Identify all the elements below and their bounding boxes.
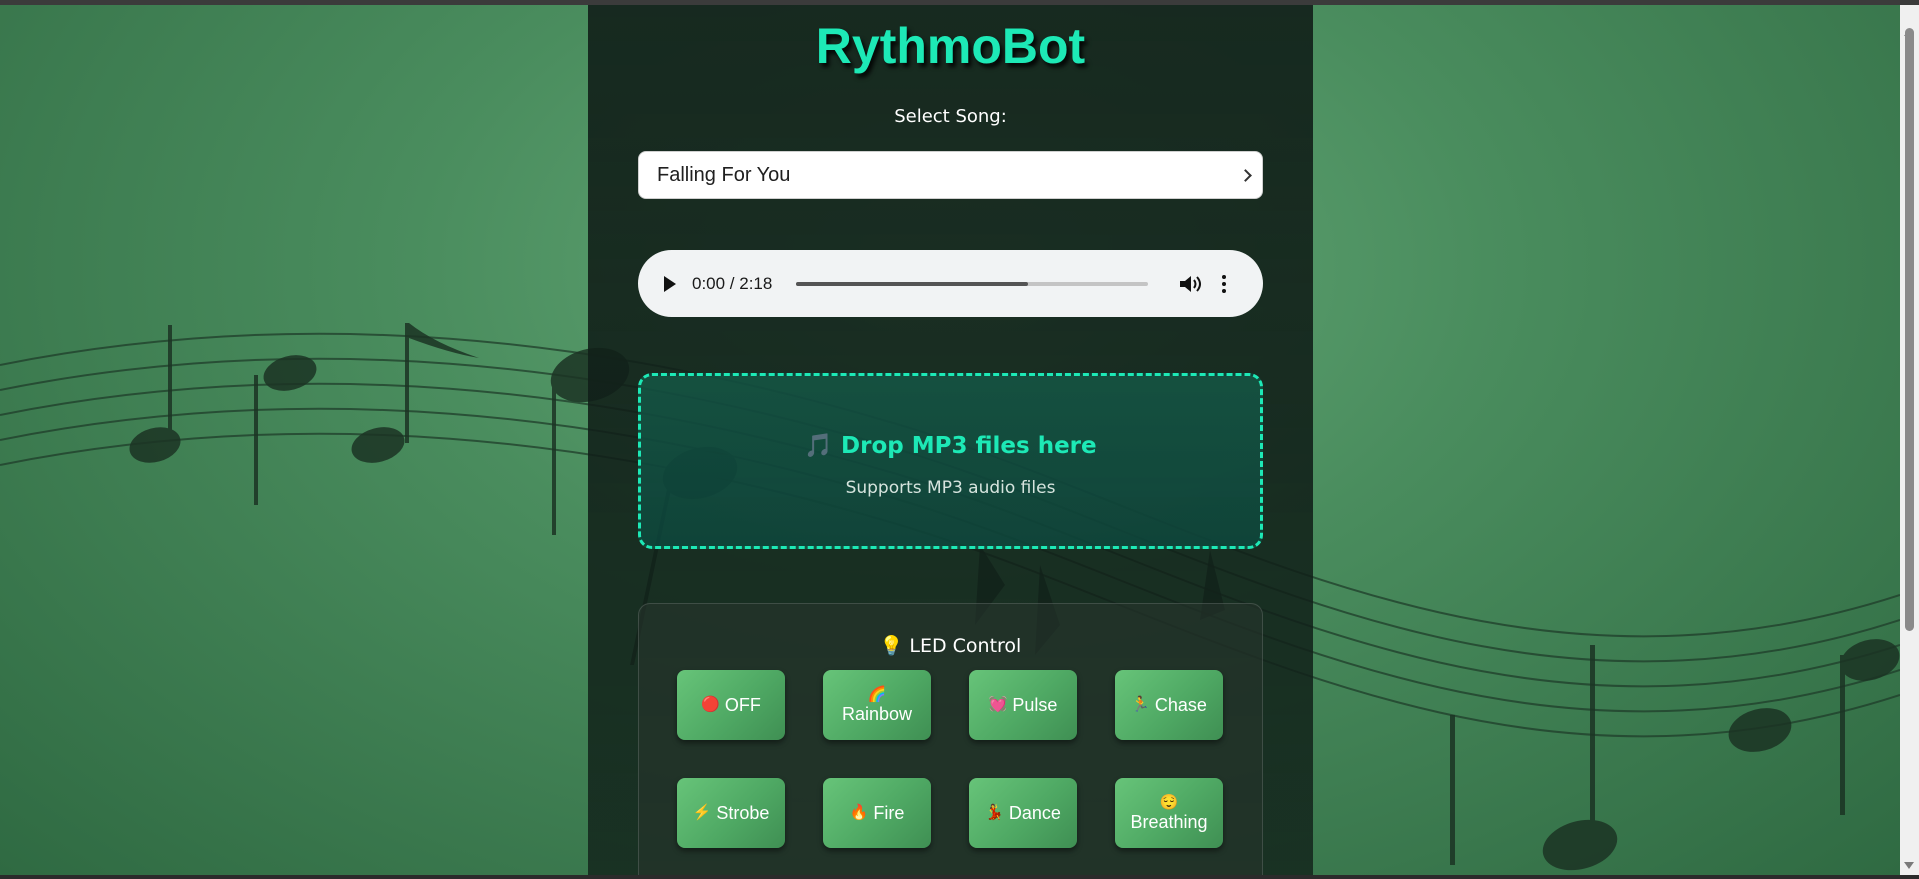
fire-icon: 🔥 [849,804,869,822]
led-control-title: 💡 LED Control [639,634,1262,657]
mp3-dropzone[interactable]: 🎵 Drop MP3 files here Supports MP3 audio… [638,373,1263,549]
led-button-rainbow[interactable]: 🌈 Rainbow [823,670,931,740]
runner-icon: 🏃 [1131,696,1150,714]
red-circle-icon: 🔴 [701,696,720,714]
music-note-icon: 🎵 [804,433,833,459]
led-button-fire[interactable]: 🔥 Fire [823,778,931,848]
led-button-label: Rainbow [841,703,913,724]
led-control-title-text: LED Control [909,635,1022,657]
led-button-label: Strobe [716,802,770,823]
led-button-off[interactable]: 🔴 OFF [677,670,785,740]
relieved-face-icon: 😌 [1159,793,1179,811]
led-button-label: Dance [1008,802,1061,823]
chevron-down-icon [1239,168,1252,182]
play-icon[interactable] [664,275,676,292]
led-button-pulse[interactable]: 💓 Pulse [969,670,1077,740]
led-button-strobe[interactable]: ⚡ Strobe [677,778,785,848]
audio-player[interactable]: 0:00 / 2:18 [638,250,1263,317]
led-button-label: Pulse [1012,694,1058,715]
led-button-dance[interactable]: 💃 Dance [969,778,1077,848]
volume-icon[interactable] [1178,273,1204,295]
audio-time: 0:00 / 2:18 [692,273,773,293]
song-select-value: Falling For You [657,163,791,186]
select-song-label: Select Song: [894,106,1007,127]
window-bottom-border [0,875,1919,879]
scroll-down-arrow-icon[interactable] [1904,862,1914,869]
song-select-dropdown[interactable]: Falling For You [638,151,1263,199]
audio-seek-bar[interactable] [796,281,1148,286]
led-button-label: Breathing [1130,811,1208,832]
led-button-label: OFF [724,694,761,715]
rainbow-icon: 🌈 [867,685,887,703]
window-top-border [0,0,1919,5]
audio-seek-fill [796,281,1029,286]
page-scrollbar[interactable] [1900,5,1919,875]
scrollbar-thumb[interactable] [1905,28,1914,631]
lightning-icon: ⚡ [692,804,712,822]
dropzone-title-text: Drop MP3 files here [841,433,1097,459]
led-button-chase[interactable]: 🏃 Chase [1115,670,1223,740]
app-title: RythmoBot [815,18,1086,74]
led-button-label: Fire [873,802,905,823]
heart-icon: 💓 [988,696,1008,714]
lightbulb-icon: 💡 [879,635,904,657]
led-button-breathing[interactable]: 😌 Breathing [1115,778,1223,848]
dropzone-subtitle: Supports MP3 audio files [845,478,1056,498]
led-control-panel: 💡 LED Control 🔴 OFF 🌈 Rainbow 💓 Pulse 🏃 … [638,603,1263,879]
led-button-label: Chase [1154,694,1207,715]
dancer-icon: 💃 [985,804,1004,822]
more-options-icon[interactable] [1222,274,1226,293]
main-panel: RythmoBot Select Song: Falling For You 0… [588,5,1313,879]
dropzone-title: 🎵 Drop MP3 files here [641,432,1260,459]
